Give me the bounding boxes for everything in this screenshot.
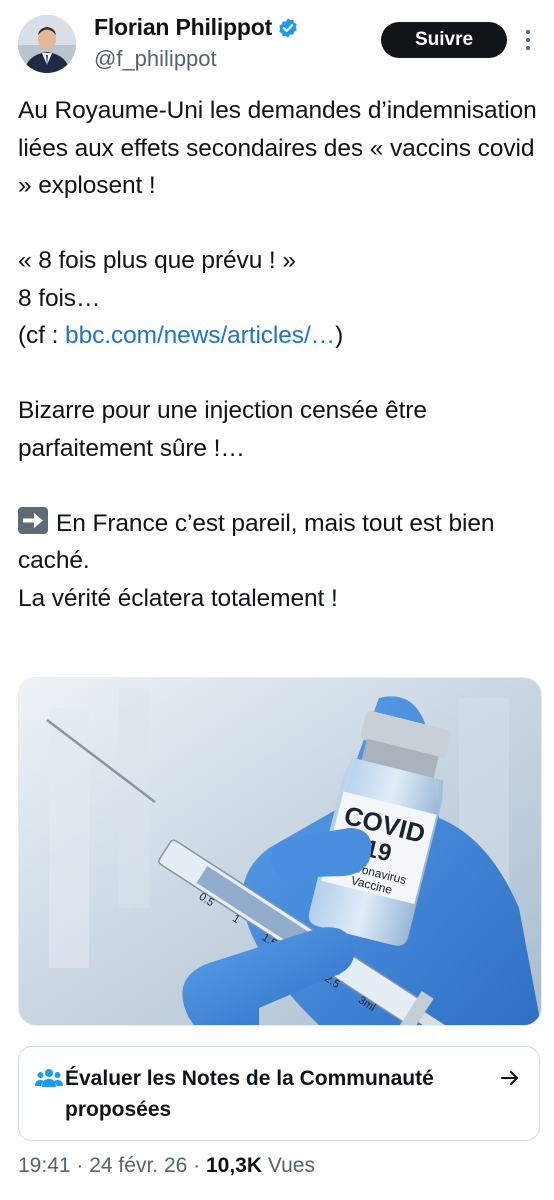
user-handle[interactable]: @f_philippot: [94, 46, 217, 72]
meta-separator: ·: [70, 1154, 90, 1177]
tweet-header: Florian Philippot @f_philippot Suivre: [0, 0, 554, 90]
tweet-time[interactable]: 19:41: [18, 1154, 71, 1177]
views-label: Vues: [262, 1154, 315, 1177]
more-options-icon[interactable]: [520, 26, 536, 54]
tweet-line: 8 fois…: [18, 284, 101, 312]
tweet-paragraph: En France c’est pareil, mais tout est bi…: [18, 509, 502, 575]
tweet-quote: « 8 fois plus que prévu ! »: [18, 247, 296, 274]
article-link[interactable]: bbc.com/news/articles/…: [65, 322, 335, 349]
community-notes-icon: [35, 1069, 63, 1087]
meta-separator: ·: [187, 1154, 206, 1177]
views-count[interactable]: 10,3K: [206, 1154, 262, 1177]
tweet-text: Au Royaume-Uni les demandes d’indemnisat…: [18, 92, 543, 617]
tweet-meta: 19:41 · 24 févr. 26 · 10,3K Vues: [18, 1154, 315, 1178]
community-notes-label: Évaluer les Notes de la Communauté propo…: [65, 1067, 434, 1121]
right-arrow-emoji-icon: [18, 506, 48, 534]
community-notes-card[interactable]: Évaluer les Notes de la Communauté propo…: [18, 1046, 540, 1141]
avatar[interactable]: [18, 15, 76, 73]
tweet-image[interactable]: COVID 19 Coronavirus Vaccine 0.5 1 1.5 2…: [18, 677, 542, 1026]
tweet-cf-prefix: (cf :: [18, 322, 66, 349]
verified-badge-icon: [279, 17, 297, 38]
follow-button[interactable]: Suivre: [381, 22, 507, 58]
tweet-date[interactable]: 24 févr. 26: [89, 1154, 187, 1177]
tweet-paragraph: Au Royaume-Uni les demandes d’indemnisat…: [18, 97, 544, 199]
tweet-paragraph: Bizarre pour une injection censée être p…: [18, 397, 434, 462]
display-name[interactable]: Florian Philippot: [94, 14, 272, 41]
vaccine-photo: COVID 19 Coronavirus Vaccine 0.5 1 1.5 2…: [19, 678, 541, 1025]
tweet-cf-suffix: ): [335, 322, 344, 349]
tweet-paragraph: La vérité éclatera totalement !: [18, 584, 338, 612]
arrow-right-icon: [501, 1071, 518, 1085]
